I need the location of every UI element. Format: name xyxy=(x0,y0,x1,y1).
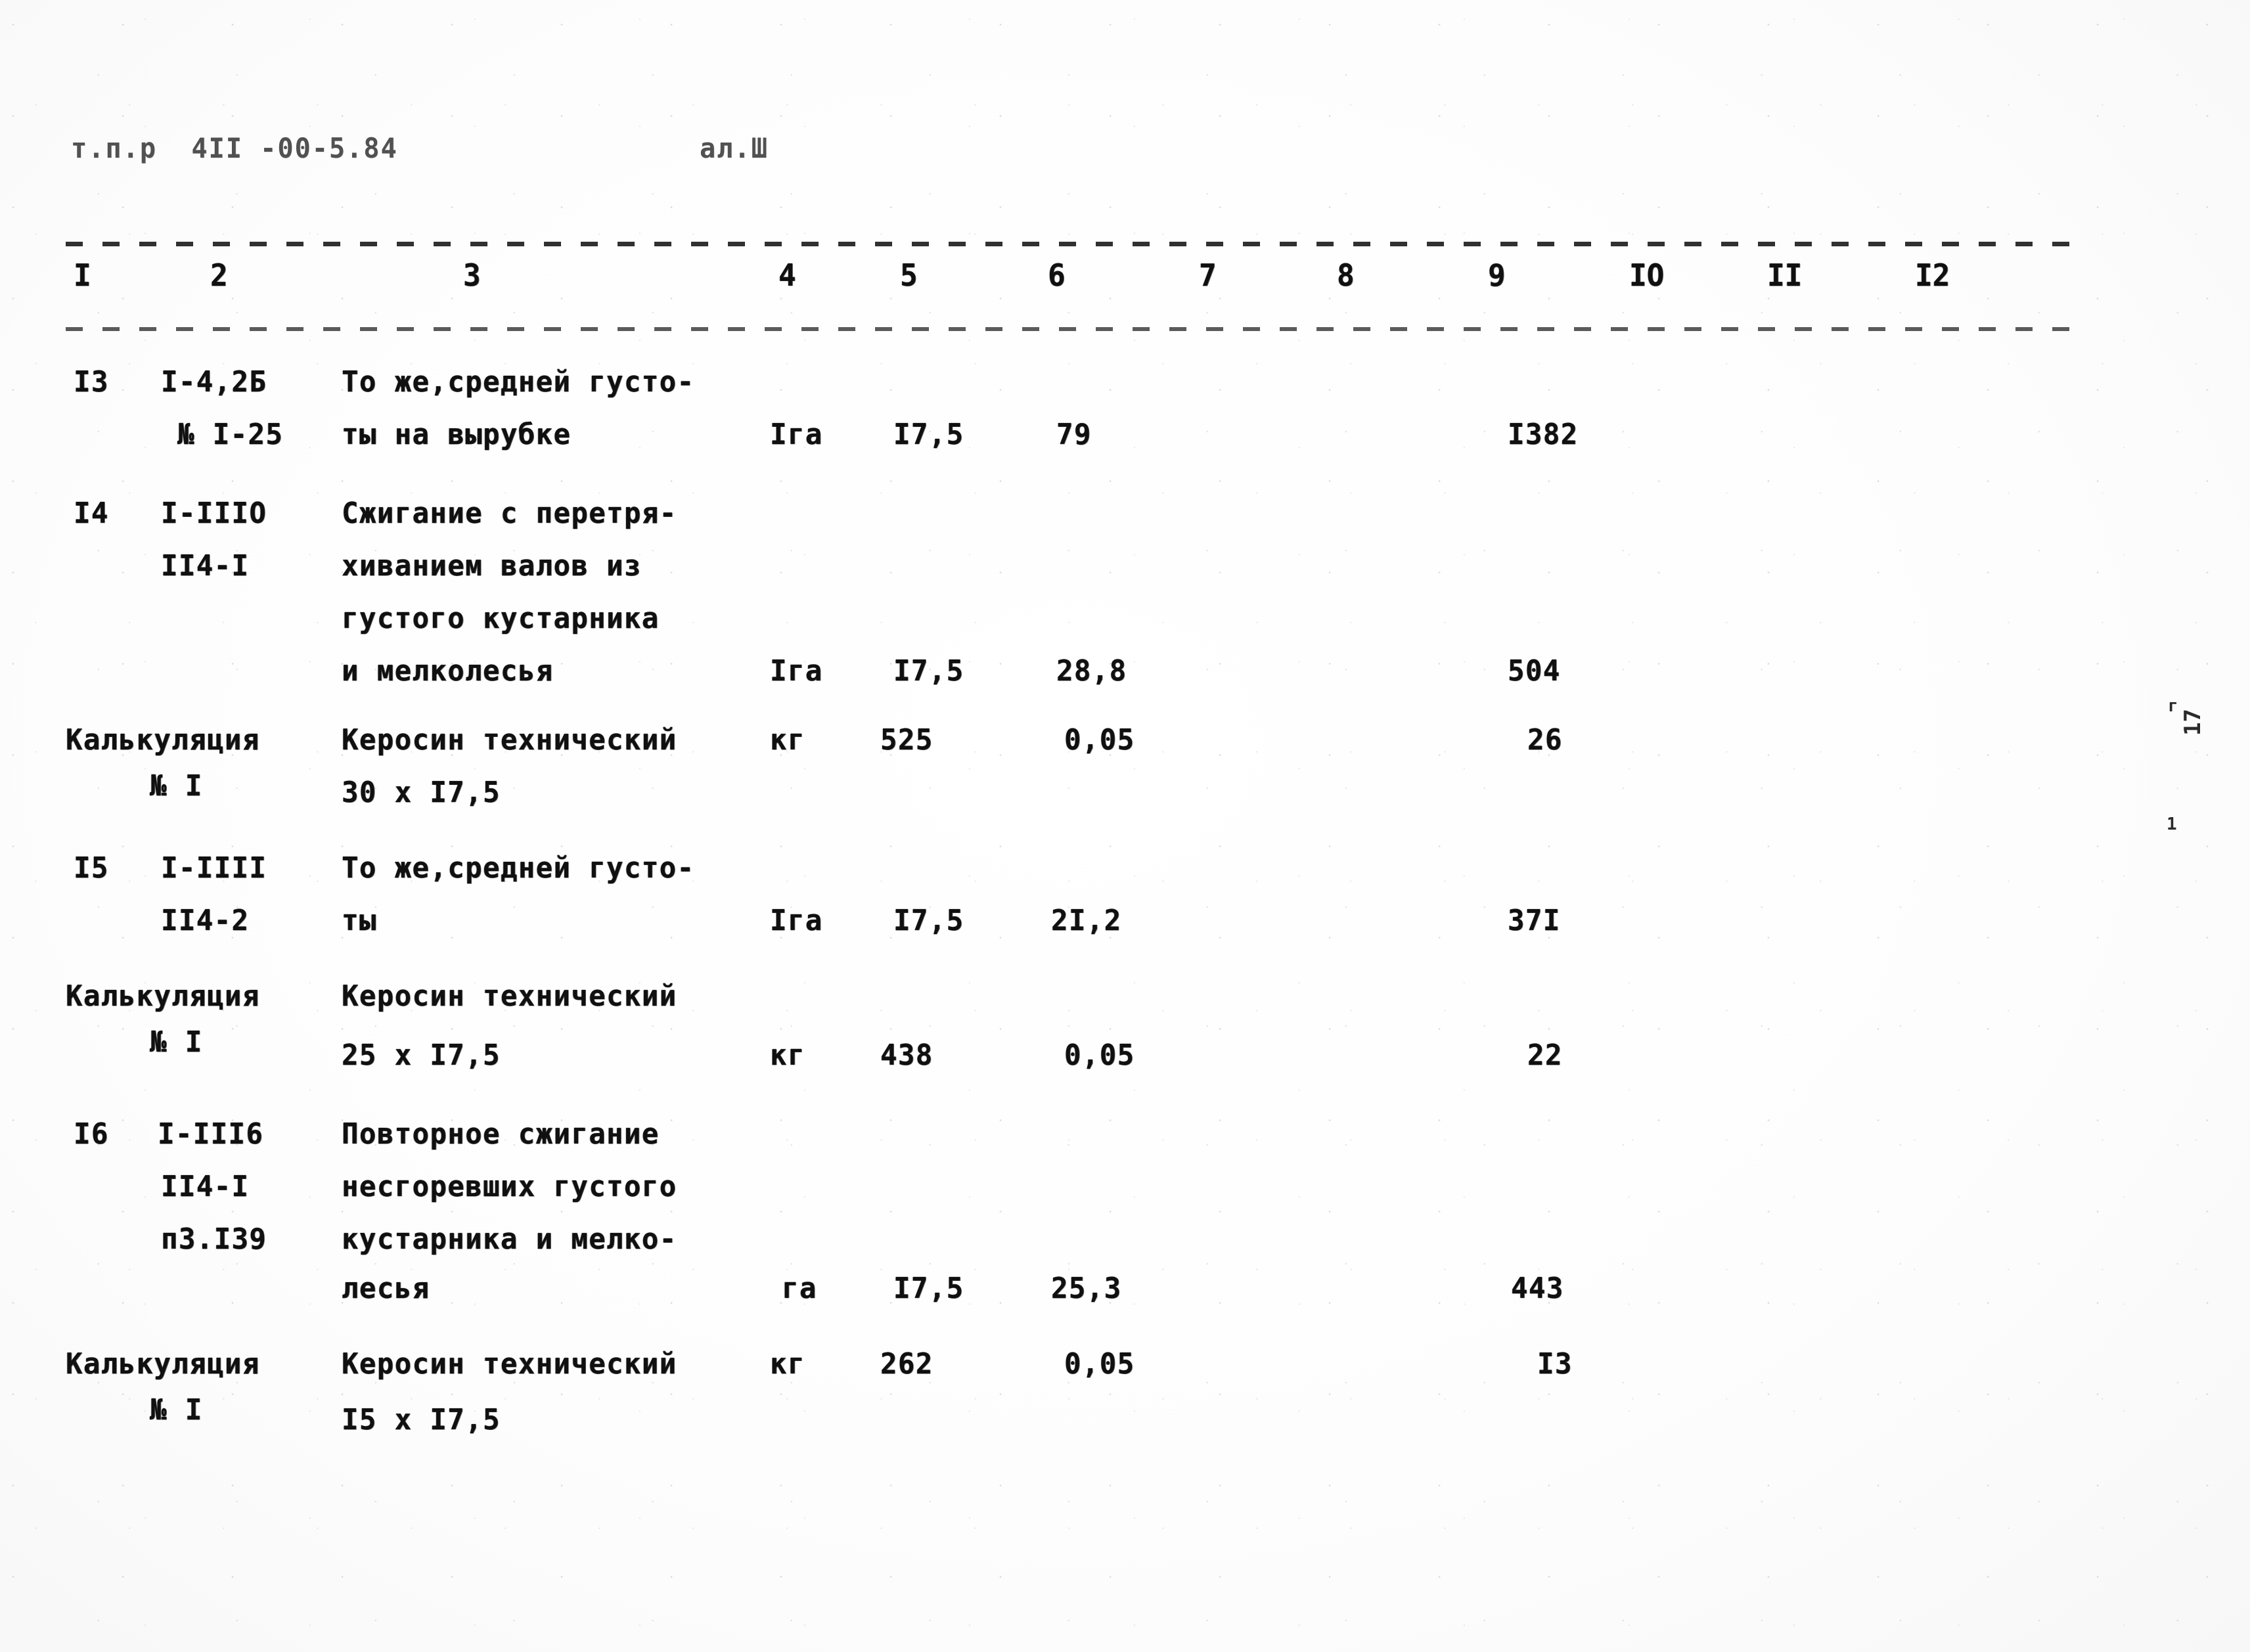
row-total: 22 xyxy=(1527,1038,1563,1072)
column-header-12: I2 xyxy=(1915,257,1950,293)
document-header-right: ал.Ш xyxy=(700,132,769,164)
row-description-line: ты xyxy=(342,904,377,937)
column-header-9: 9 xyxy=(1488,257,1506,293)
column-header-6: 6 xyxy=(1048,257,1066,293)
row-code-line: I-4,2Б xyxy=(161,365,267,399)
row-price: 0,05 xyxy=(1064,1038,1135,1072)
scan-noise-overlay xyxy=(0,0,2250,1652)
margin-mark-bottom: 1 xyxy=(2167,815,2177,834)
row-description-line: То же,средней густо- xyxy=(342,851,695,885)
column-header-8: 8 xyxy=(1337,257,1355,293)
row-quantity: I7,5 xyxy=(893,904,964,937)
column-header-7: 7 xyxy=(1199,257,1217,293)
row-item-number: I5 xyxy=(74,851,109,885)
row-description-line: I5 х I7,5 xyxy=(342,1403,501,1437)
row-unit: кг xyxy=(770,723,805,757)
row-code-line: Калькуляция xyxy=(66,979,260,1013)
row-price: 0,05 xyxy=(1064,723,1135,757)
row-unit: га xyxy=(782,1272,817,1305)
row-total: 37I xyxy=(1508,904,1561,937)
row-unit: Iга xyxy=(770,654,823,688)
row-code-line: № I xyxy=(150,1393,203,1427)
row-description-line: хиванием валов из xyxy=(342,549,642,583)
column-header-2: 2 xyxy=(210,257,228,293)
column-header-1: I xyxy=(74,257,91,293)
row-description-line: Керосин технический xyxy=(342,979,677,1013)
row-code-line: Калькуляция xyxy=(66,1347,260,1381)
margin-mark-page-number: 17 xyxy=(2180,709,2206,736)
paper-background xyxy=(0,0,2250,1652)
row-total: I382 xyxy=(1508,418,1579,451)
row-price: 2I,2 xyxy=(1051,904,1122,937)
column-header-5: 5 xyxy=(900,257,918,293)
scanned-document-page: т.п.р 4II -00-5.84 ал.Ш I 2 3 4 5 6 7 8 … xyxy=(0,0,2250,1652)
row-description-line: Керосин технический xyxy=(342,1347,677,1381)
row-code-line: Калькуляция xyxy=(66,723,260,757)
row-code-line: I-III6 xyxy=(158,1117,264,1151)
row-quantity: I7,5 xyxy=(893,418,964,451)
row-description-line: 25 х I7,5 xyxy=(342,1038,501,1072)
row-code-line: I-IIIO xyxy=(161,497,267,530)
row-quantity: I7,5 xyxy=(893,1272,964,1305)
row-quantity: 525 xyxy=(880,723,934,757)
column-header-3: 3 xyxy=(463,257,481,293)
row-code-line: I-IIII xyxy=(161,851,267,885)
row-item-number: I4 xyxy=(74,497,109,530)
row-description-line: и мелколесья xyxy=(342,654,554,688)
row-unit: кг xyxy=(770,1347,805,1381)
row-total: 443 xyxy=(1511,1272,1564,1305)
row-unit: кг xyxy=(770,1038,805,1072)
row-description-line: кустарника и мелко- xyxy=(342,1222,677,1256)
row-description-line: густого кустарника xyxy=(342,602,660,635)
row-price: 28,8 xyxy=(1056,654,1127,688)
column-header-11: II xyxy=(1767,257,1803,293)
row-description-line: То же,средней густо- xyxy=(342,365,695,399)
row-description-line: несгоревших густого xyxy=(342,1170,677,1203)
row-price: 79 xyxy=(1056,418,1092,451)
row-code-line: № I-25 xyxy=(177,418,284,451)
row-unit: Iга xyxy=(770,418,823,451)
row-total: 26 xyxy=(1527,723,1563,757)
column-header-10: IO xyxy=(1629,257,1665,293)
row-code-line: II4-2 xyxy=(161,904,250,937)
row-description-line: Сжигание с перетря- xyxy=(342,497,677,530)
row-description-line: Керосин технический xyxy=(342,723,677,757)
row-description-line: 30 х I7,5 xyxy=(342,776,501,809)
margin-mark-top: г xyxy=(2168,696,2178,716)
row-code-line: II4-I xyxy=(161,549,250,583)
row-code-line: № I xyxy=(150,769,203,803)
table-rule-below-header xyxy=(66,327,2071,331)
row-quantity: I7,5 xyxy=(893,654,964,688)
column-header-4: 4 xyxy=(778,257,796,293)
row-code-line: II4-I xyxy=(161,1170,250,1203)
row-price: 25,3 xyxy=(1051,1272,1122,1305)
row-unit: Iга xyxy=(770,904,823,937)
row-description-line: лесья xyxy=(342,1272,430,1305)
row-description-line: ты на вырубке xyxy=(342,418,572,451)
row-code-line: п3.I39 xyxy=(161,1222,267,1256)
row-item-number: I3 xyxy=(74,365,109,399)
row-total: 504 xyxy=(1508,654,1561,688)
row-description-line: Повторное сжигание xyxy=(342,1117,660,1151)
document-header-left: т.п.р 4II -00-5.84 xyxy=(71,132,398,164)
table-rule-top xyxy=(66,242,2071,246)
row-code-line: № I xyxy=(150,1025,203,1059)
row-quantity: 438 xyxy=(880,1038,934,1072)
row-total: I3 xyxy=(1537,1347,1573,1381)
row-quantity: 262 xyxy=(880,1347,934,1381)
row-price: 0,05 xyxy=(1064,1347,1135,1381)
row-item-number: I6 xyxy=(74,1117,109,1151)
